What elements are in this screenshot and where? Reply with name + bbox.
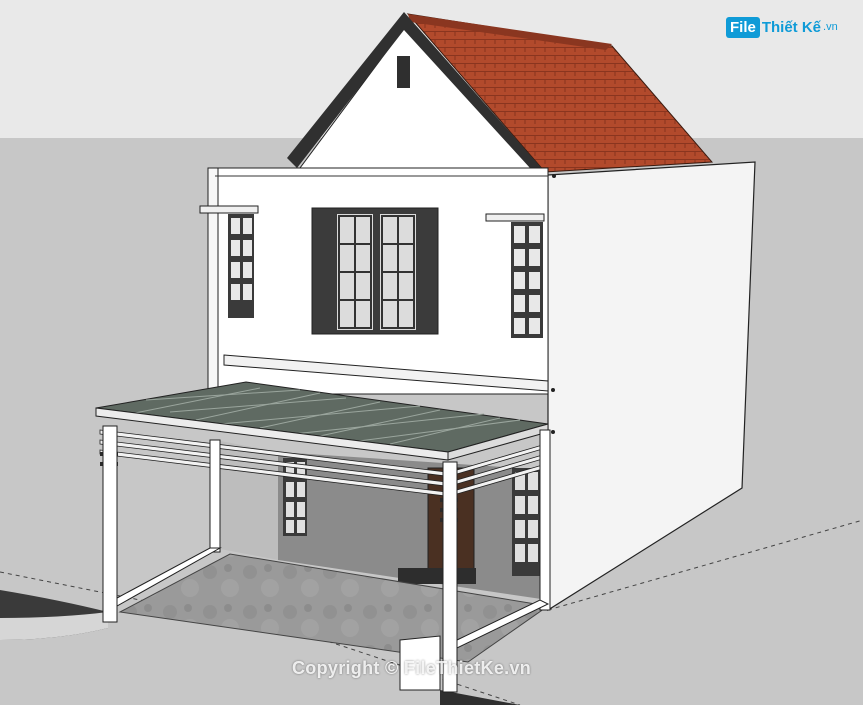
render-stage: File Thiết Kế .vn Copyright © FileThietK… xyxy=(0,0,863,705)
copyright-watermark: Copyright © FileThietKe.vn xyxy=(292,658,532,678)
window-ledge-right xyxy=(485,213,545,222)
house-3d-scene xyxy=(0,0,863,705)
post-back-left xyxy=(209,439,221,553)
post-front-left xyxy=(102,425,118,623)
window-upper-left xyxy=(228,214,254,318)
logo-suffix: .vn xyxy=(823,21,838,33)
gable-vent xyxy=(397,56,410,88)
wall-fixture-3 xyxy=(551,430,555,434)
logo-badge: File xyxy=(726,16,760,38)
window-lower-left xyxy=(283,458,307,536)
door-step xyxy=(398,568,476,584)
window-lower-right xyxy=(512,468,540,576)
window-upper-center xyxy=(311,207,439,335)
post-back-right xyxy=(539,429,551,611)
window-upper-right xyxy=(511,222,543,338)
logo-text: Thiết Kế xyxy=(761,18,822,36)
wall-fixture-2 xyxy=(551,388,555,392)
front-column-left xyxy=(207,167,219,399)
window-ledge-left xyxy=(199,205,259,214)
site-logo: File Thiết Kế .vn xyxy=(726,14,838,40)
wall-fixture xyxy=(552,174,556,178)
